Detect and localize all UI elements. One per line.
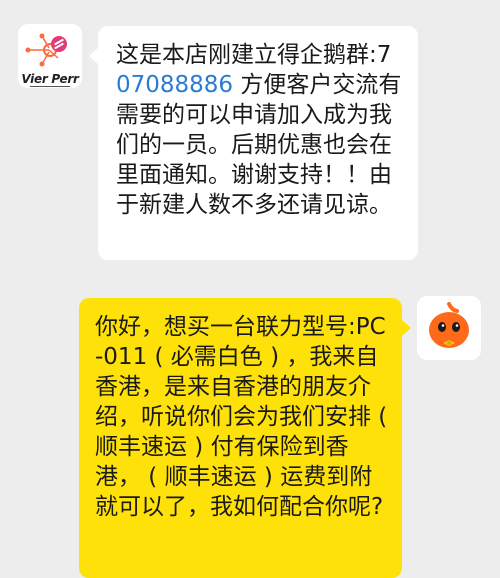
orange-mascot-icon	[429, 302, 469, 348]
incoming-message-text: 这是本店刚建立得企鹅群:7	[116, 42, 392, 68]
network-logo-icon	[25, 33, 67, 67]
my-avatar[interactable]	[417, 296, 481, 360]
logo-underline	[30, 86, 70, 87]
sender-avatar[interactable]: Vier Perr	[18, 24, 82, 88]
incoming-message-bubble[interactable]: 这是本店刚建立得企鹅群:707088886 方便客户交流有需要的可以申请加入成为…	[89, 26, 418, 260]
outgoing-message-text: 你好，想买一台联力型号:PC-011 ( 必需白色 ) ，我来自香港，是来自香港…	[95, 314, 388, 520]
outgoing-message-bubble[interactable]: 你好，想买一台联力型号:PC-011 ( 必需白色 ) ，我来自香港，是来自香港…	[79, 298, 411, 578]
sender-logo-text: Vier Perr	[21, 72, 79, 86]
phone-number-link[interactable]: 07088886	[116, 72, 233, 98]
